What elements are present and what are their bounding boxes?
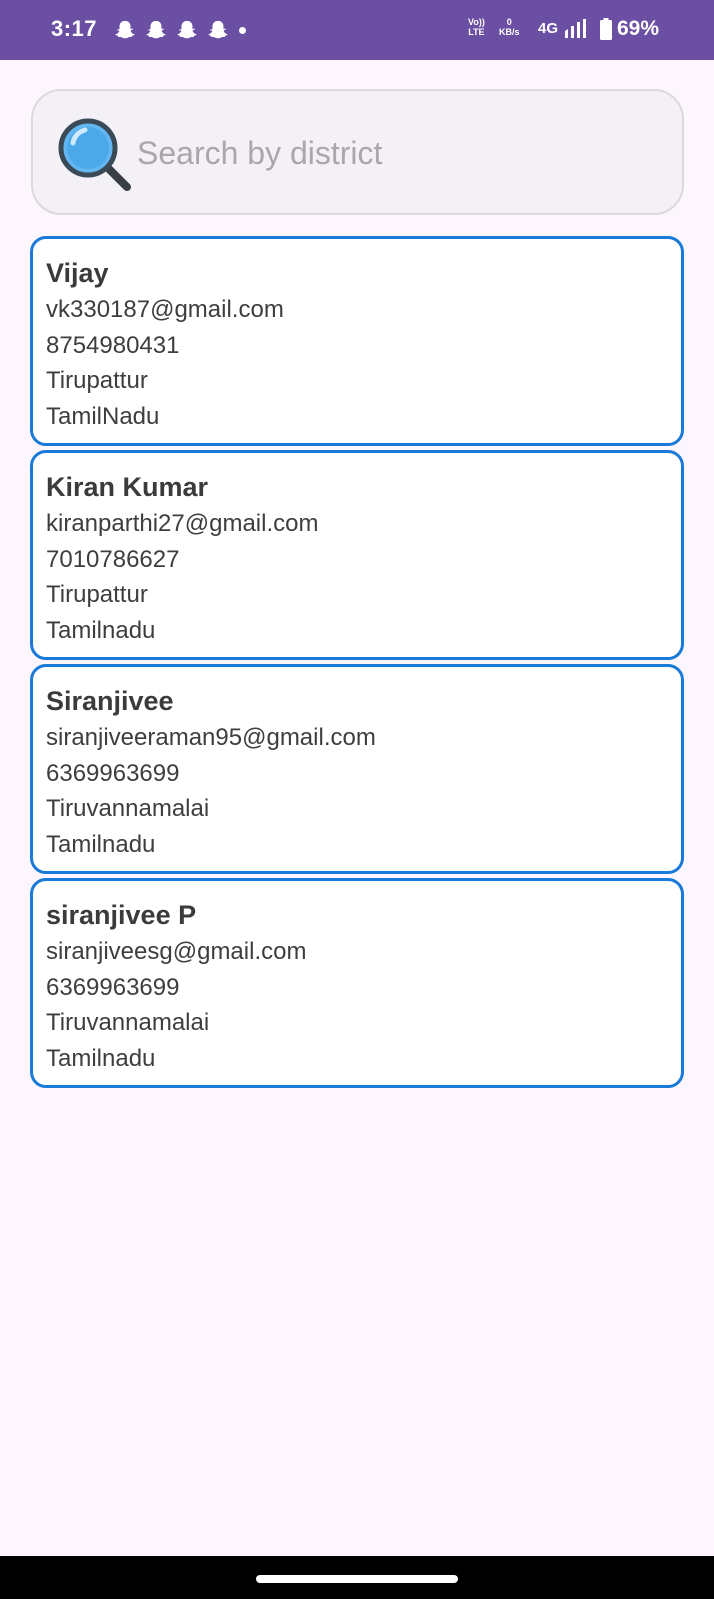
status-bar: 3:17 Vo)) LTE 0 KB/s 4G 69% xyxy=(0,0,714,60)
volte-bottom-label: LTE xyxy=(468,27,485,37)
volte-indicator: Vo)) LTE xyxy=(468,17,485,37)
battery-percentage: 69% xyxy=(617,17,660,40)
contact-name: siranjivee P xyxy=(46,900,197,930)
snapchat-icon xyxy=(208,20,228,39)
speed-unit: KB/s xyxy=(499,27,520,37)
contact-name: Kiran Kumar xyxy=(46,472,209,502)
contact-email: vk330187@gmail.com xyxy=(46,296,284,323)
battery-icon xyxy=(600,18,612,40)
contact-phone: 6369963699 xyxy=(46,973,180,1001)
status-time: 3:17 xyxy=(51,16,98,41)
network-type: 4G xyxy=(538,20,559,37)
speed-value: 0 xyxy=(506,17,512,27)
network-speed: 0 KB/s xyxy=(499,17,520,37)
contact-phone: 7010786627 xyxy=(46,545,180,573)
contact-phone: 8754980431 xyxy=(46,331,180,359)
search-input[interactable] xyxy=(137,121,657,185)
contact-phone: 6369963699 xyxy=(46,759,180,787)
more-notifications-dot xyxy=(239,26,246,34)
contact-district: Tirupattur xyxy=(46,581,148,608)
contact-name: Vijay xyxy=(46,258,109,288)
contact-state: Tamilnadu xyxy=(46,830,156,858)
snapchat-icon xyxy=(146,20,166,39)
snapchat-icon xyxy=(177,20,197,39)
contact-state: Tamilnadu xyxy=(46,616,156,644)
contact-card[interactable]: Vijay vk330187@gmail.com 8754980431 Tiru… xyxy=(30,236,684,446)
contact-district: Tiruvannamalai xyxy=(46,795,210,822)
notification-icons xyxy=(114,19,246,41)
contact-state: Tamilnadu xyxy=(46,1044,156,1072)
contact-card[interactable]: siranjivee P siranjiveesg@gmail.com 6369… xyxy=(30,878,684,1088)
contact-email: kiranparthi27@gmail.com xyxy=(46,510,319,537)
search-box[interactable] xyxy=(31,89,684,215)
magnifier-icon xyxy=(58,118,131,191)
contact-state: TamilNadu xyxy=(46,402,160,430)
contact-district: Tirupattur xyxy=(46,367,148,394)
contact-list: Vijay vk330187@gmail.com 8754980431 Tiru… xyxy=(30,236,684,1092)
signal-icon xyxy=(565,19,586,38)
contact-email: siranjiveeraman95@gmail.com xyxy=(46,724,376,751)
contact-name: Siranjivee xyxy=(46,686,174,716)
contact-district: Tiruvannamalai xyxy=(46,1009,210,1036)
navigation-bar xyxy=(0,1556,714,1599)
volte-top-label: Vo)) xyxy=(468,17,485,27)
home-gesture-handle[interactable] xyxy=(256,1575,458,1583)
contact-card[interactable]: Kiran Kumar kiranparthi27@gmail.com 7010… xyxy=(30,450,684,660)
snapchat-icon xyxy=(115,20,135,39)
contact-card[interactable]: Siranjivee siranjiveeraman95@gmail.com 6… xyxy=(30,664,684,874)
contact-email: siranjiveesg@gmail.com xyxy=(46,938,307,965)
